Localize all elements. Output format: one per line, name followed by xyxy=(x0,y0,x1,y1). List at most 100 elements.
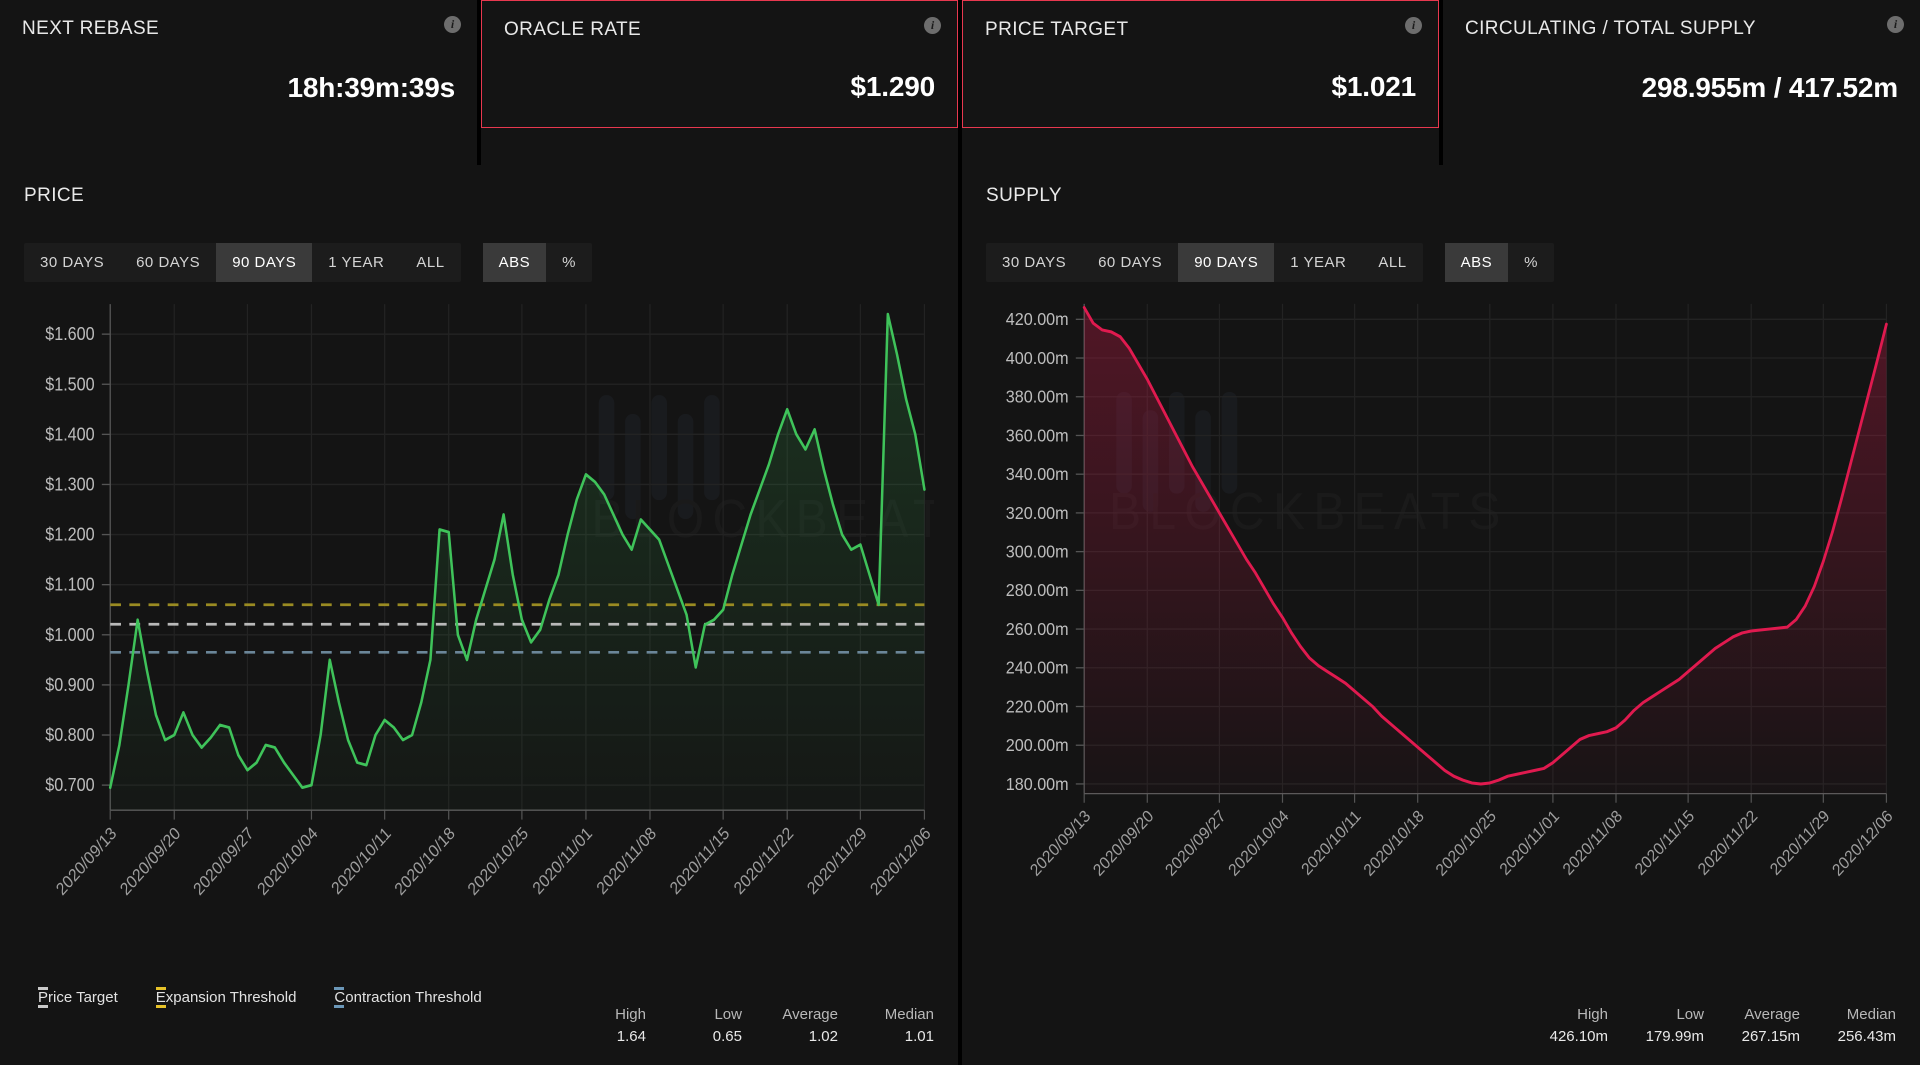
stat-card-circulating-total-supply: CIRCULATING / TOTAL SUPPLY i 298.955m / 41… xyxy=(1443,0,1920,165)
stat-card-value: 298.955m / 417.52m xyxy=(1641,72,1899,103)
charts-panels: PRICE 30 DAYS 60 DAYS 90 DAYS 1 YEAR ALL ABS… xyxy=(0,165,1920,1065)
svg-text:2020/10/11: 2020/10/11 xyxy=(328,823,395,898)
svg-text:200.00m: 200.00m xyxy=(1006,735,1069,755)
svg-text:2020/11/15: 2020/11/15 xyxy=(1632,807,1698,879)
info-icon[interactable]: i xyxy=(1405,17,1422,34)
stat-card-next-rebase: NEXT REBASE i 18h:39m:39s xyxy=(0,0,477,165)
supply-range-tabs[interactable]: 30 DAYS 60 DAYS 90 DAYS 1 YEAR ALL xyxy=(986,243,1423,282)
stat-column-average: Average 1.02 xyxy=(742,1006,838,1045)
stat-card-title: PRICE TARGET xyxy=(985,19,1129,40)
legend-dash-icon xyxy=(155,977,182,1008)
supply-range-tab-90-days[interactable]: 90 DAYS xyxy=(1178,243,1275,282)
svg-text:$1.600: $1.600 xyxy=(45,323,94,344)
svg-text:2020/10/04: 2020/10/04 xyxy=(1225,807,1292,880)
stat-value: 0.65 xyxy=(712,1028,742,1045)
svg-text:2020/10/04: 2020/10/04 xyxy=(254,823,322,899)
chart-area-fill xyxy=(1084,307,1887,794)
price-stats-footer: High 1.64 Low 0.65 Average 1.02 Median 1.01 xyxy=(24,1006,934,1045)
svg-text:$0.700: $0.700 xyxy=(45,774,94,795)
stat-column-low: Low 179.99m xyxy=(1608,1006,1704,1045)
svg-text:2020/09/20: 2020/09/20 xyxy=(116,823,184,899)
supply-unit-tab-abs[interactable]: ABS xyxy=(1444,243,1509,282)
svg-text:400.00m: 400.00m xyxy=(1006,348,1069,368)
svg-text:320.00m: 320.00m xyxy=(1006,503,1069,523)
stat-key: Average xyxy=(1744,1006,1800,1024)
supply-range-tab-30-days[interactable]: 30 DAYS xyxy=(986,243,1082,282)
svg-text:2020/09/27: 2020/09/27 xyxy=(1162,807,1229,880)
legend-label: Contraction Threshold xyxy=(334,989,482,1006)
legend-dash-icon xyxy=(38,977,64,1008)
stat-key: Low xyxy=(1676,1006,1704,1024)
svg-text:2020/10/11: 2020/10/11 xyxy=(1298,807,1364,879)
price-range-tab-90-days[interactable]: 90 DAYS xyxy=(216,243,313,282)
svg-text:420.00m: 420.00m xyxy=(1006,310,1069,330)
info-icon[interactable]: i xyxy=(444,16,461,33)
stat-value: 426.10m xyxy=(1549,1028,1608,1046)
stat-card-inner: ORACLE RATE i $1.290 xyxy=(481,0,958,128)
price-controls: 30 DAYS 60 DAYS 90 DAYS 1 YEAR ALL ABS% xyxy=(24,243,934,282)
stat-card-value: $1.021 xyxy=(1331,71,1417,102)
supply-unit-tab-[interactable]: % xyxy=(1508,243,1554,282)
supply-range-tab-1-year[interactable]: 1 YEAR xyxy=(1274,243,1362,282)
supply-range-tab-60-days[interactable]: 60 DAYS xyxy=(1082,243,1178,282)
price-range-tab-60-days[interactable]: 60 DAYS xyxy=(120,243,216,282)
price-unit-tabs[interactable]: ABS% xyxy=(482,243,592,282)
svg-text:2020/12/06: 2020/12/06 xyxy=(867,823,934,899)
stat-card-inner: PRICE TARGET i $1.021 xyxy=(962,0,1439,128)
svg-text:2020/11/01: 2020/11/01 xyxy=(529,823,596,898)
price-chart-legend: Price Target Expansion Threshold Contracti… xyxy=(24,977,934,1008)
svg-text:2020/09/20: 2020/09/20 xyxy=(1090,807,1157,880)
svg-text:2020/11/15: 2020/11/15 xyxy=(666,823,733,898)
svg-text:2020/11/01: 2020/11/01 xyxy=(1496,807,1562,879)
stat-key: High xyxy=(615,1006,646,1023)
svg-text:2020/10/25: 2020/10/25 xyxy=(1432,807,1499,880)
legend-label: Expansion Threshold xyxy=(155,989,297,1006)
price-range-tab-30-days[interactable]: 30 DAYS xyxy=(24,243,120,282)
stat-card-value: 18h:39m:39s xyxy=(287,72,456,103)
supply-unit-tabs[interactable]: ABS% xyxy=(1444,243,1554,282)
price-range-tab-1-year[interactable]: 1 YEAR xyxy=(312,243,400,282)
svg-text:220.00m: 220.00m xyxy=(1006,697,1069,717)
price-range-tabs[interactable]: 30 DAYS 60 DAYS 90 DAYS 1 YEAR ALL xyxy=(24,243,461,282)
svg-text:$0.800: $0.800 xyxy=(45,724,94,745)
stat-column-average: Average 267.15m xyxy=(1704,1006,1800,1045)
svg-text:340.00m: 340.00m xyxy=(1006,464,1069,484)
price-chart-area[interactable]: BLOCKBEATS$0.700$0.800$0.900$1.000$1.100… xyxy=(24,296,934,969)
stat-key: Low xyxy=(714,1006,742,1023)
price-panel-title: PRICE xyxy=(24,185,85,206)
supply-chart[interactable]: BLOCKBEATS180.00m200.00m220.00m240.00m26… xyxy=(986,296,1896,947)
supply-chart-area[interactable]: BLOCKBEATS 180.00m 200.00m 220.00m 240.00m 26… xyxy=(986,296,1896,947)
header-stats-row: NEXT REBASE i 18h:39m:39s ORACLE RATE i $1.29… xyxy=(0,0,1920,165)
stat-card-title: NEXT REBASE xyxy=(22,18,160,39)
svg-text:2020/11/08: 2020/11/08 xyxy=(1559,807,1625,879)
info-icon[interactable]: i xyxy=(924,17,941,34)
svg-text:2020/09/27: 2020/09/27 xyxy=(190,823,258,899)
price-unit-tab-[interactable]: % xyxy=(546,243,592,282)
svg-text:2020/09/13: 2020/09/13 xyxy=(52,823,120,899)
legend-label: Price Target xyxy=(38,989,118,1006)
svg-text:260.00m: 260.00m xyxy=(1006,619,1069,639)
stat-value: 1.02 xyxy=(808,1028,838,1045)
svg-text:$1.400: $1.400 xyxy=(45,424,94,445)
stat-key: Median xyxy=(1846,1006,1896,1024)
stat-card-title: ORACLE RATE xyxy=(504,19,642,40)
stat-column-low: Low 0.65 xyxy=(646,1006,742,1045)
stat-card-inner: CIRCULATING / TOTAL SUPPLY i 298.955m / 41… xyxy=(1443,0,1920,128)
price-unit-tab-abs[interactable]: ABS xyxy=(482,243,547,282)
svg-text:2020/10/18: 2020/10/18 xyxy=(1360,807,1427,880)
info-icon[interactable]: i xyxy=(1887,16,1904,33)
svg-text:2020/10/18: 2020/10/18 xyxy=(391,823,459,899)
stat-column-high: High 426.10m xyxy=(1512,1006,1608,1045)
price-chart[interactable]: BLOCKBEATS$0.700$0.800$0.900$1.000$1.100… xyxy=(24,296,934,969)
supply-panel: SUPPLY 30 DAYS 60 DAYS 90 DAYS 1 YEAR ALL AB… xyxy=(962,165,1920,1065)
stat-column-high: High 1.64 xyxy=(550,1006,646,1045)
svg-text:2020/11/22: 2020/11/22 xyxy=(730,823,797,898)
svg-text:$0.900: $0.900 xyxy=(45,674,94,695)
stat-card-value: $1.290 xyxy=(850,71,936,102)
price-range-tab-all[interactable]: ALL xyxy=(400,243,460,282)
supply-range-tab-all[interactable]: ALL xyxy=(1362,243,1422,282)
stat-card-title: CIRCULATING / TOTAL SUPPLY xyxy=(1465,18,1756,39)
svg-text:2020/11/29: 2020/11/29 xyxy=(803,823,870,898)
stat-value: 267.15m xyxy=(1741,1028,1800,1046)
svg-text:2020/11/29: 2020/11/29 xyxy=(1767,807,1833,879)
